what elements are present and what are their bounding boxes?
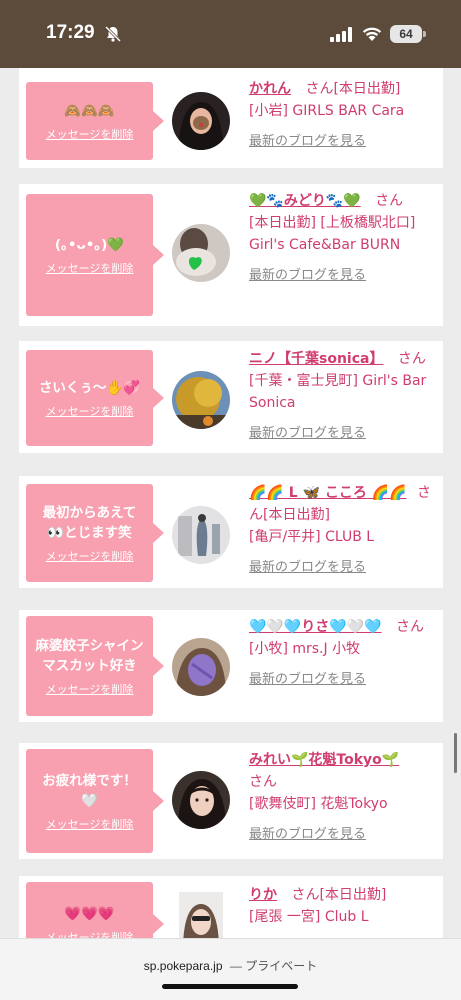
message-card: 麻婆餃子シャインマスカット好き メッセージを削除 🩵🤍🩵りさ🩵🤍🩵 さん [小牧… (19, 610, 443, 722)
shop-name: [尾張 一宮] Club L (249, 909, 369, 925)
latest-blog-link[interactable]: 最新のブログを見る (249, 669, 435, 691)
message-list[interactable]: 🙈🙈🙈 メッセージを削除 かれん さん[本日出勤] [小岩] GIRLS BAR… (0, 68, 461, 938)
honorific: さん (375, 193, 404, 209)
latest-blog-link[interactable]: 最新のブログを見る (249, 557, 435, 579)
delete-message-link[interactable]: メッセージを削除 (46, 126, 134, 142)
message-bubble: (｡•ᴗ•｡)💚 メッセージを削除 (26, 194, 164, 316)
message-card: (｡•ᴗ•｡)💚 メッセージを削除 💚🐾みどり🐾💚 さん [本日出勤] [上板橋… (19, 184, 443, 326)
battery-tip (423, 31, 426, 37)
honorific: さん (291, 887, 320, 903)
status-bar: 17:29 64 (0, 0, 461, 68)
message-card: 最初からあえて👀とじます笑 メッセージを削除 🌈🌈 L 🦋 こころ 🌈🌈 さん[… (19, 476, 443, 588)
wifi-icon (362, 27, 382, 41)
avatar[interactable] (179, 892, 223, 938)
message-bubble: 💗💗💗 メッセージを削除 (26, 882, 164, 939)
shop-name: [亀戸/平井] CLUB L (249, 529, 375, 545)
avatar[interactable] (172, 771, 230, 829)
delete-message-link[interactable]: メッセージを削除 (46, 816, 134, 832)
honorific: さん (305, 81, 334, 97)
work-status: [本日出勤] (319, 887, 387, 903)
message-bubble: 麻婆餃子シャインマスカット好き メッセージを削除 (26, 616, 164, 716)
status-time: 17:29 (46, 22, 95, 43)
delete-message-link[interactable]: メッセージを削除 (46, 681, 134, 697)
latest-blog-link[interactable]: 最新のブログを見る (249, 265, 435, 287)
home-indicator[interactable] (162, 984, 298, 989)
message-card: 💗💗💗 メッセージを削除 りか さん[本日出勤] [尾張 一宮] Club L (19, 876, 443, 938)
bell-slash-icon (104, 25, 122, 43)
delete-message-link[interactable]: メッセージを削除 (46, 548, 134, 564)
honorific: さん (396, 619, 425, 635)
message-card: お疲れ様です！🤍 メッセージを削除 みれい🌱花魁Tokyo🌱 さん [歌舞伎町]… (19, 743, 443, 859)
avatar[interactable] (172, 371, 230, 429)
shop-name: [歌舞伎町] 花魁Tokyo (249, 796, 388, 812)
sender-info: ニノ【千葉sonica】 さん [千葉・富士見町] Girl's Bar Son… (249, 348, 435, 445)
honorific: さん (397, 351, 426, 367)
sender-info: みれい🌱花魁Tokyo🌱 さん [歌舞伎町] 花魁Tokyo 最新のブログを見る (249, 749, 435, 846)
avatar[interactable] (172, 638, 230, 696)
message-text: 最初からあえて👀とじます笑 (42, 504, 137, 541)
cellular-signal-icon (330, 27, 352, 42)
sender-info: 🩵🤍🩵りさ🩵🤍🩵 さん [小牧] mrs.J 小牧 最新のブログを見る (249, 616, 435, 691)
delete-message-link[interactable]: メッセージを削除 (46, 260, 134, 276)
message-text: (｡•ᴗ•｡)💚 (54, 236, 125, 253)
message-text: 麻婆餃子シャインマスカット好き (35, 637, 144, 674)
sender-name-link[interactable]: みれい🌱花魁Tokyo🌱 (249, 752, 399, 768)
message-bubble: 最初からあえて👀とじます笑 メッセージを削除 (26, 484, 164, 582)
message-text: 🙈🙈🙈 (64, 102, 115, 119)
sender-info: 💚🐾みどり🐾💚 さん [本日出勤] [上板橋駅北口] Girl's Cafe&B… (249, 190, 435, 287)
browser-address-bar[interactable]: sp.pokepara.jp — プライベート (0, 938, 461, 1000)
shop-name: [本日出勤] [上板橋駅北口] Girl's Cafe&Bar BURN (249, 215, 416, 253)
sender-info: かれん さん[本日出勤] [小岩] GIRLS BAR Cara 最新のブログを… (249, 78, 435, 153)
avatar[interactable] (172, 92, 230, 150)
message-text: さいくぅ〜🖐💞 (38, 379, 141, 396)
message-text: 💗💗💗 (64, 905, 115, 922)
scrollbar-thumb[interactable] (454, 733, 457, 773)
shop-name: [千葉・富士見町] Girl's Bar Sonica (249, 373, 427, 411)
avatar[interactable] (172, 506, 230, 564)
honorific: さん (249, 774, 277, 790)
sender-name-link[interactable]: 🌈🌈 L 🦋 こころ 🌈🌈 (249, 485, 407, 501)
work-status: [本日出勤] (333, 81, 401, 97)
message-text: お疲れ様です！🤍 (42, 772, 137, 809)
message-bubble: 🙈🙈🙈 メッセージを削除 (26, 82, 164, 160)
avatar[interactable] (172, 224, 230, 282)
sender-name-link[interactable]: かれん (249, 81, 291, 97)
delete-message-link[interactable]: メッセージを削除 (46, 403, 134, 419)
sender-name-link[interactable]: 🩵🤍🩵りさ🩵🤍🩵 (249, 619, 382, 635)
message-bubble: お疲れ様です！🤍 メッセージを削除 (26, 749, 164, 853)
latest-blog-link[interactable]: 最新のブログを見る (249, 423, 435, 445)
sender-info: りか さん[本日出勤] [尾張 一宮] Club L (249, 884, 435, 928)
latest-blog-link[interactable]: 最新のブログを見る (249, 131, 435, 153)
work-status: [本日出勤] (263, 507, 330, 523)
shop-name: [小岩] GIRLS BAR Cara (249, 103, 405, 119)
sender-name-link[interactable]: ニノ【千葉sonica】 (249, 351, 383, 367)
battery-icon: 64 (390, 25, 422, 43)
sender-name-link[interactable]: 💚🐾みどり🐾💚 (249, 193, 361, 209)
message-card: 🙈🙈🙈 メッセージを削除 かれん さん[本日出勤] [小岩] GIRLS BAR… (19, 68, 443, 168)
message-bubble: さいくぅ〜🖐💞 メッセージを削除 (26, 350, 164, 446)
sender-info: 🌈🌈 L 🦋 こころ 🌈🌈 さん[本日出勤] [亀戸/平井] CLUB L 最新… (249, 482, 435, 579)
private-mode-label: — プライベート (229, 959, 318, 973)
message-card: さいくぅ〜🖐💞 メッセージを削除 ニノ【千葉sonica】 さん [千葉・富士見… (19, 341, 443, 453)
delete-message-link[interactable]: メッセージを削除 (46, 929, 134, 939)
url-domain: sp.pokepara.jp (143, 959, 223, 973)
shop-name: [小牧] mrs.J 小牧 (249, 641, 361, 657)
latest-blog-link[interactable]: 最新のブログを見る (249, 824, 435, 846)
address-text[interactable]: sp.pokepara.jp — プライベート (0, 957, 461, 974)
sender-name-link[interactable]: りか (249, 887, 277, 903)
